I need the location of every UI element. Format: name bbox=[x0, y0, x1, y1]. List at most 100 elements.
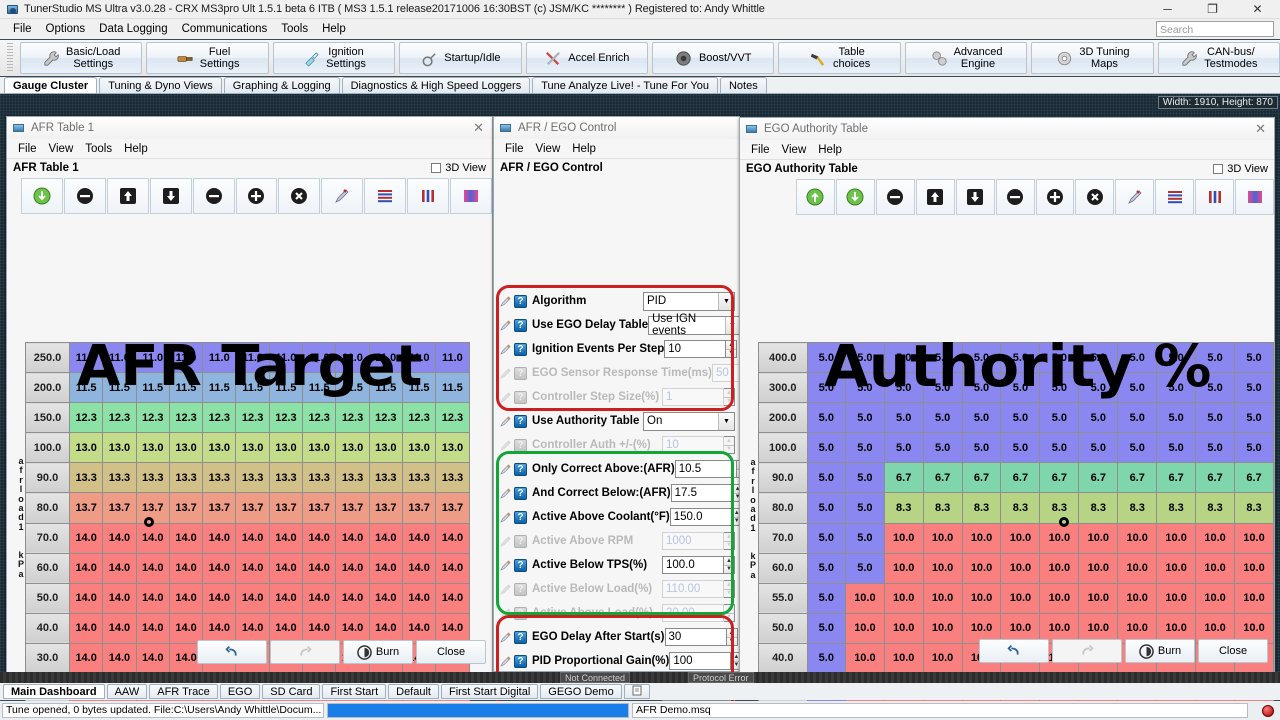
data-cell[interactable]: 5.0 bbox=[845, 432, 885, 464]
data-cell[interactable]: 11.5 bbox=[302, 372, 337, 404]
data-cell[interactable]: 14.0 bbox=[335, 582, 370, 614]
data-cell[interactable]: 5.0 bbox=[1234, 341, 1274, 374]
row-header-cell[interactable]: 80.0 bbox=[25, 492, 70, 524]
data-cell[interactable]: 14.0 bbox=[202, 552, 237, 584]
data-cell[interactable]: 5.0 bbox=[806, 432, 847, 464]
data-cell[interactable]: 6.7 bbox=[961, 462, 1002, 494]
dashboard-tab-sd-card[interactable]: SD Card bbox=[262, 684, 321, 699]
data-cell[interactable]: 13.3 bbox=[135, 462, 170, 494]
data-cell[interactable]: 8.3 bbox=[1156, 492, 1197, 524]
afr-tool-pencil-icon[interactable] bbox=[321, 178, 364, 214]
data-cell[interactable]: 10.0 bbox=[1234, 522, 1274, 554]
data-cell[interactable]: 10.0 bbox=[1039, 522, 1080, 554]
data-cell[interactable]: 14.0 bbox=[68, 642, 104, 675]
data-cell[interactable]: 13.3 bbox=[401, 462, 437, 494]
data-cell[interactable]: 11.5 bbox=[435, 372, 470, 404]
tab-notes[interactable]: Notes bbox=[719, 77, 767, 93]
auth-tool-plus-icon[interactable] bbox=[1035, 179, 1075, 215]
data-cell[interactable]: 14.0 bbox=[68, 522, 104, 554]
table-row[interactable]: 100.0 5.0 5.0 5.0 5.0 5.0 5.0 5.0 5.0 5.0 5.0 5.0 5.… bbox=[758, 432, 1274, 464]
data-cell[interactable]: 14.0 bbox=[302, 582, 337, 614]
afr-tool-plus-icon[interactable] bbox=[235, 178, 278, 214]
data-cell[interactable]: 14.0 bbox=[235, 552, 270, 584]
data-cell[interactable]: 14.0 bbox=[235, 582, 270, 614]
data-cell[interactable]: 11.5 bbox=[68, 372, 104, 404]
authority-window-title-bar[interactable]: EGO Authority Table ✕ bbox=[740, 118, 1274, 140]
data-cell[interactable]: 10.0 bbox=[1195, 552, 1236, 584]
data-cell[interactable]: 11.0 bbox=[335, 341, 370, 374]
data-cell[interactable]: 5.0 bbox=[961, 402, 1002, 434]
auth-tool-multiply-icon[interactable] bbox=[1075, 179, 1115, 215]
data-cell[interactable]: 10.0 bbox=[845, 642, 885, 675]
data-cell[interactable]: 14.0 bbox=[335, 522, 370, 554]
ego-menu-view[interactable]: View bbox=[530, 142, 567, 156]
data-cell[interactable]: 5.0 bbox=[1234, 402, 1274, 434]
data-cell[interactable]: 13.0 bbox=[335, 432, 370, 464]
data-cell[interactable]: 10.0 bbox=[922, 522, 963, 554]
data-cell[interactable]: 10.0 bbox=[883, 522, 924, 554]
ego-param-row[interactable]: ? Use Authority Table On ▼ bbox=[494, 409, 741, 433]
data-cell[interactable]: 5.0 bbox=[806, 462, 847, 494]
data-cell[interactable]: 10.0 bbox=[1078, 582, 1119, 614]
tab-graphing-logging[interactable]: Graphing & Logging bbox=[223, 77, 340, 93]
dashboard-tab-ego[interactable]: EGO bbox=[219, 684, 261, 699]
data-cell[interactable]: 13.7 bbox=[168, 492, 204, 524]
data-cell[interactable]: 10.0 bbox=[1156, 522, 1197, 554]
data-cell[interactable]: 13.3 bbox=[102, 462, 137, 494]
data-cell[interactable]: 14.0 bbox=[401, 552, 437, 584]
data-cell[interactable]: 6.7 bbox=[1078, 462, 1119, 494]
data-cell[interactable]: 5.0 bbox=[961, 432, 1002, 464]
toolbar-button-basic-load-settings[interactable]: Basic/Load Settings bbox=[20, 42, 143, 74]
data-cell[interactable]: 12.3 bbox=[268, 402, 304, 434]
data-cell[interactable]: 14.0 bbox=[302, 522, 337, 554]
data-cell[interactable]: 14.0 bbox=[335, 552, 370, 584]
close-icon[interactable]: ✕ bbox=[1235, 0, 1280, 19]
afr-window-title-bar[interactable]: AFR Table 1 ✕ bbox=[7, 117, 492, 139]
authority-menu-help[interactable]: Help bbox=[812, 143, 848, 157]
auth-tool-pencil-icon[interactable] bbox=[1115, 179, 1155, 215]
checkbox-icon[interactable] bbox=[1213, 164, 1224, 174]
data-cell[interactable]: 5.0 bbox=[806, 612, 847, 644]
afr-tool-up-arrow-icon[interactable] bbox=[106, 178, 149, 214]
data-cell[interactable]: 11.0 bbox=[368, 341, 403, 374]
data-cell[interactable]: 5.0 bbox=[922, 432, 963, 464]
data-cell[interactable]: 14.0 bbox=[268, 522, 304, 554]
table-row[interactable]: 70.0 14.0 14.0 14.0 14.0 14.0 14.0 14.0 14.0 14.0… bbox=[25, 522, 470, 554]
row-header-cell[interactable]: 80.0 bbox=[758, 492, 808, 524]
data-cell[interactable]: 6.7 bbox=[883, 462, 924, 494]
data-cell[interactable]: 12.3 bbox=[168, 402, 204, 434]
data-cell[interactable]: 10.0 bbox=[1000, 582, 1041, 614]
table-row[interactable]: 250.0 11.0 11.0 11.0 11.0 11.0 11.0 11.0 11.0 11.… bbox=[25, 341, 470, 374]
data-cell[interactable]: 11.0 bbox=[202, 341, 237, 374]
row-header-cell[interactable]: 30.0 bbox=[25, 642, 70, 675]
table-row[interactable]: 50.0 14.0 14.0 14.0 14.0 14.0 14.0 14.0 14.0 14.0… bbox=[25, 582, 470, 614]
data-cell[interactable]: 13.3 bbox=[302, 462, 337, 494]
data-cell[interactable]: 10.0 bbox=[1039, 552, 1080, 584]
help-icon[interactable]: ? bbox=[514, 438, 527, 452]
data-cell[interactable]: 6.7 bbox=[922, 462, 963, 494]
data-cell[interactable]: 6.7 bbox=[1195, 462, 1236, 494]
data-cell[interactable]: 8.3 bbox=[1195, 492, 1236, 524]
data-cell[interactable]: 14.0 bbox=[68, 582, 104, 614]
data-cell[interactable]: 5.0 bbox=[1117, 402, 1158, 434]
afr-tool-minus-icon[interactable] bbox=[192, 178, 235, 214]
data-cell[interactable]: 11.0 bbox=[68, 341, 104, 374]
data-cell[interactable]: 12.3 bbox=[235, 402, 270, 434]
data-cell[interactable]: 5.0 bbox=[1117, 372, 1158, 404]
auth-tool-interpolate-down-icon[interactable] bbox=[835, 179, 875, 215]
data-cell[interactable]: 13.7 bbox=[302, 492, 337, 524]
data-cell[interactable]: 13.0 bbox=[268, 432, 304, 464]
data-cell[interactable]: 10.0 bbox=[845, 582, 885, 614]
data-cell[interactable]: 14.0 bbox=[435, 552, 470, 584]
data-cell[interactable]: 5.0 bbox=[1000, 402, 1041, 434]
dashboard-tab-default[interactable]: Default bbox=[388, 684, 439, 699]
data-cell[interactable]: 14.0 bbox=[102, 612, 137, 644]
toolbar-grip[interactable] bbox=[7, 43, 13, 73]
data-cell[interactable]: 10.0 bbox=[1078, 522, 1119, 554]
row-header-cell[interactable]: 250.0 bbox=[25, 341, 70, 374]
data-cell[interactable]: 11.5 bbox=[368, 372, 403, 404]
table-row[interactable]: 80.0 13.7 13.7 13.7 13.7 13.7 13.7 13.7 13.7 13.7… bbox=[25, 492, 470, 524]
data-cell[interactable]: 5.0 bbox=[1000, 341, 1041, 374]
data-cell[interactable]: 13.3 bbox=[168, 462, 204, 494]
afr-menu-file[interactable]: File bbox=[12, 142, 43, 156]
